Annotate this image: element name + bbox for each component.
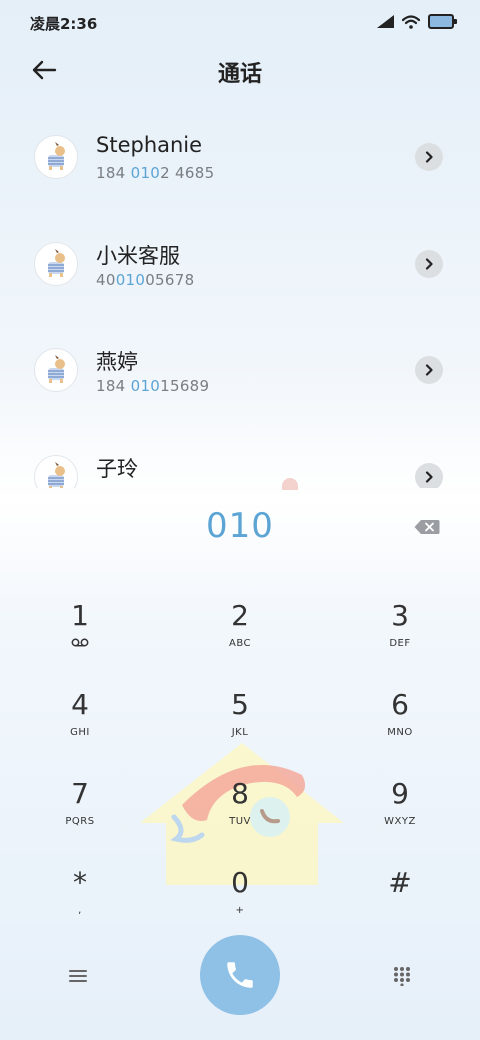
key-digit: 3: [391, 599, 409, 632]
contact-row-ziling[interactable]: 子玲: [0, 420, 480, 488]
dog-avatar-icon: [48, 462, 65, 488]
key-0[interactable]: 0 +: [180, 857, 300, 941]
dialpad-icon: [394, 967, 410, 986]
dialpad-toggle-button[interactable]: [386, 960, 418, 992]
contact-number: 4001005678: [96, 271, 195, 289]
contact-name: 小米客服: [96, 244, 180, 268]
menu-icon: [69, 970, 87, 982]
contact-detail-button[interactable]: [415, 463, 443, 488]
key-4[interactable]: 4 GHI: [20, 679, 140, 763]
key-digit: 9: [391, 777, 409, 810]
key-star[interactable]: * ,: [20, 857, 140, 941]
key-digit: 8: [231, 777, 249, 810]
key-subtext: [20, 638, 140, 652]
key-digit: 4: [71, 688, 89, 721]
contact-name: 燕婷: [96, 350, 138, 374]
key-8[interactable]: 8 TUV: [180, 768, 300, 852]
call-button[interactable]: [200, 935, 280, 1015]
contact-number: 184 01015689: [96, 377, 210, 395]
key-digit: *: [73, 866, 87, 899]
key-hash[interactable]: #: [340, 857, 460, 941]
dog-avatar-icon: [48, 142, 65, 170]
key-letters: JKL: [231, 727, 249, 738]
key-6[interactable]: 6 MNO: [340, 679, 460, 763]
key-digit: 7: [71, 777, 89, 810]
menu-button[interactable]: [62, 960, 94, 992]
key-letters: ,: [78, 905, 82, 916]
contact-detail-button[interactable]: [415, 356, 443, 384]
key-letters: MNO: [387, 727, 413, 738]
battery-icon: [428, 14, 457, 29]
key-1[interactable]: 1: [20, 590, 140, 674]
dial-input-display: 010: [206, 506, 274, 546]
contact-suggestion-list: Stephanie 184 0102 4685 小米客服 4001005678: [0, 100, 480, 488]
key-digit: 6: [391, 688, 409, 721]
chevron-right-icon: [425, 151, 433, 163]
key-digit: 0: [231, 866, 249, 899]
key-9[interactable]: 9 WXYZ: [340, 768, 460, 852]
contact-number: 184 0102 4685: [96, 164, 215, 182]
phone-icon: [227, 962, 253, 988]
key-7[interactable]: 7 PQRS: [20, 768, 140, 852]
key-digit: 1: [71, 599, 89, 632]
dog-avatar-icon: [48, 249, 65, 277]
key-2[interactable]: 2 ABC: [180, 590, 300, 674]
key-letters: +: [235, 905, 245, 916]
contact-name: Stephanie: [96, 133, 203, 157]
contact-row-xiaomi-service[interactable]: 小米客服 4001005678: [0, 207, 480, 313]
status-bar: 凌晨2:36: [0, 0, 480, 44]
key-letters: TUV: [229, 816, 251, 827]
key-letters: GHI: [70, 727, 90, 738]
chevron-right-icon: [425, 471, 433, 483]
contact-row-yanting[interactable]: 燕婷 184 01015689: [0, 313, 480, 419]
avatar: [34, 135, 78, 179]
key-3[interactable]: 3 DEF: [340, 590, 460, 674]
contact-detail-button[interactable]: [415, 250, 443, 278]
key-letters: WXYZ: [384, 816, 416, 827]
status-time: 凌晨2:36: [30, 15, 98, 33]
dog-avatar-icon: [48, 355, 65, 383]
contact-detail-button[interactable]: [415, 143, 443, 171]
signal-icon: [377, 15, 394, 28]
page-title: 通话: [217, 62, 262, 87]
wifi-icon: [402, 14, 420, 29]
contact-name: 子玲: [96, 457, 138, 481]
key-letters: ABC: [228, 638, 251, 649]
key-5[interactable]: 5 JKL: [180, 679, 300, 763]
contact-row-stephanie[interactable]: Stephanie 184 0102 4685: [0, 100, 480, 206]
key-letters: [340, 905, 460, 919]
backspace-button[interactable]: [410, 514, 444, 540]
key-digit: 2: [231, 599, 249, 632]
chevron-right-icon: [425, 364, 433, 376]
key-letters: DEF: [389, 638, 411, 649]
backspace-icon: [414, 520, 440, 534]
status-icons: [377, 14, 457, 29]
key-digit: 5: [231, 688, 249, 721]
key-letters: PQRS: [65, 816, 95, 827]
avatar: [34, 348, 78, 392]
key-digit: #: [388, 866, 412, 899]
voicemail-icon: [71, 638, 89, 647]
chevron-right-icon: [425, 258, 433, 270]
avatar: [34, 242, 78, 286]
avatar: [34, 455, 78, 488]
